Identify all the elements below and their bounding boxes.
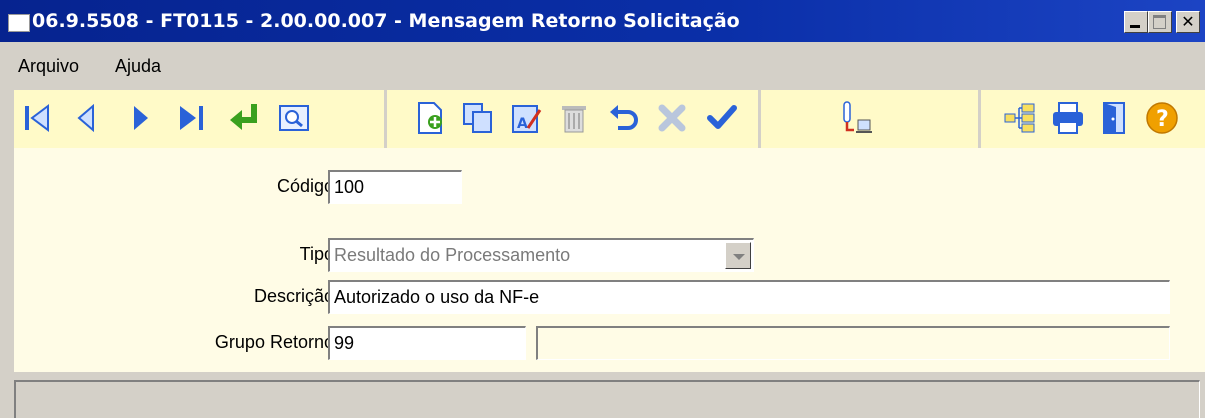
confirm-icon[interactable] — [704, 100, 740, 136]
maximize-button[interactable] — [1148, 11, 1172, 33]
menu-bar: Arquivo Ajuda — [0, 50, 1205, 82]
cancel-icon[interactable] — [654, 100, 690, 136]
tipo-select[interactable]: Resultado do Processamento — [328, 238, 754, 272]
query-icon[interactable] — [838, 100, 874, 136]
descricao-field[interactable]: Autorizado o uso da NF-e — [328, 280, 1170, 314]
delete-icon[interactable] — [556, 100, 592, 136]
search-icon[interactable] — [276, 100, 312, 136]
menu-ajuda[interactable]: Ajuda — [115, 56, 161, 77]
toolbar: A ? — [14, 90, 1205, 148]
toolbar-separator — [978, 90, 981, 148]
close-button[interactable]: ✕ — [1176, 11, 1200, 33]
grupo-retorno-description — [536, 326, 1170, 360]
descricao-label: Descrição: — [253, 286, 339, 306]
exit-icon[interactable] — [1096, 100, 1132, 136]
last-record-icon[interactable] — [174, 100, 210, 136]
print-icon[interactable] — [1050, 100, 1086, 136]
svg-text:?: ? — [1156, 107, 1169, 132]
chevron-down-icon[interactable] — [725, 242, 751, 269]
svg-text:A: A — [517, 116, 528, 132]
previous-record-icon[interactable] — [69, 100, 105, 136]
new-record-icon[interactable] — [412, 100, 448, 136]
status-bar — [14, 380, 1200, 418]
toolbar-separator — [758, 90, 761, 148]
app-icon — [8, 14, 30, 32]
window-title: 06.9.5508 - FT0115 - 2.00.00.007 - Mensa… — [32, 10, 740, 32]
edit-icon[interactable]: A — [508, 100, 544, 136]
tipo-value: Resultado do Processamento — [334, 245, 571, 265]
toolbar-separator — [384, 90, 387, 148]
minimize-button[interactable] — [1124, 11, 1148, 33]
tree-icon[interactable] — [1002, 100, 1038, 136]
menu-arquivo[interactable]: Arquivo — [18, 56, 79, 77]
codigo-field[interactable]: 100 — [328, 170, 462, 204]
next-record-icon[interactable] — [122, 100, 158, 136]
go-to-icon[interactable] — [226, 100, 262, 136]
form-panel: Código: 100 Tipo: Resultado do Processam… — [14, 148, 1205, 372]
first-record-icon[interactable] — [20, 100, 56, 136]
grupo-retorno-field[interactable]: 99 — [328, 326, 526, 360]
title-bar[interactable]: 06.9.5508 - FT0115 - 2.00.00.007 - Mensa… — [0, 0, 1205, 42]
grupo-retorno-label: Grupo Retorno: — [214, 332, 339, 352]
main-window: 06.9.5508 - FT0115 - 2.00.00.007 - Mensa… — [0, 0, 1205, 418]
undo-icon[interactable] — [606, 100, 642, 136]
help-icon[interactable]: ? — [1144, 100, 1180, 136]
copy-icon[interactable] — [460, 100, 496, 136]
